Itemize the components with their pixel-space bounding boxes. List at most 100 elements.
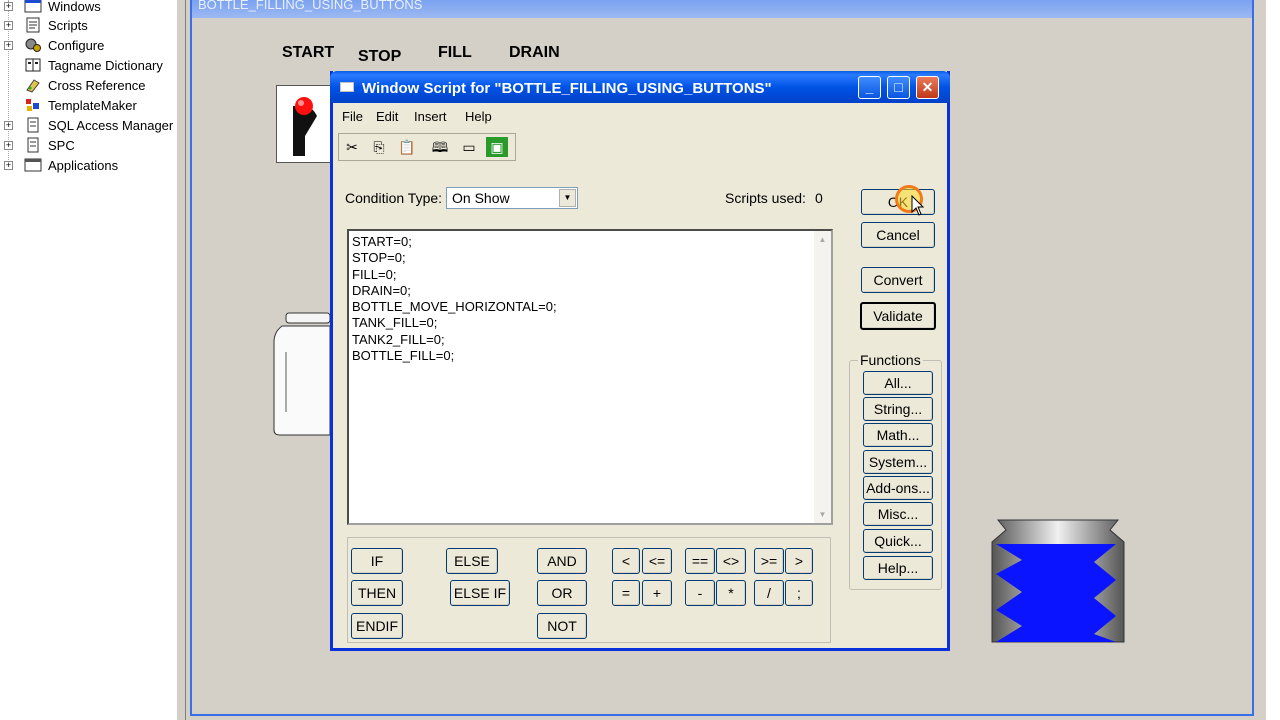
op-ne-button[interactable]: <> [716, 548, 746, 574]
op-ge-button[interactable]: >= [754, 548, 784, 574]
minimize-button[interactable]: _ [858, 76, 881, 99]
scroll-up-icon[interactable]: ▲ [814, 231, 831, 248]
close-icon: ✕ [921, 79, 934, 95]
find-icon[interactable]: 🕮 [429, 137, 451, 157]
expand-icon[interactable]: + [4, 120, 13, 130]
menu-file[interactable]: File [342, 109, 363, 124]
project-tree: + Windows + Scripts + Configure Tagname … [0, 0, 176, 720]
op-lt-button[interactable]: < [612, 548, 640, 574]
cross-reference-icon [26, 79, 40, 93]
functions-help-button[interactable]: Help... [863, 556, 933, 580]
cancel-button[interactable]: Cancel [861, 222, 935, 248]
keyword-if-button[interactable]: IF [351, 548, 403, 574]
paste-icon[interactable]: 📋 [396, 137, 418, 157]
functions-all-button[interactable]: All... [863, 371, 933, 395]
script-line: DRAIN=0; [352, 282, 411, 298]
keyword-not-button[interactable]: NOT [537, 613, 587, 639]
tree-item-label: SQL Access Manager [48, 117, 174, 133]
template-maker-icon [26, 99, 39, 111]
windows-icon [24, 0, 42, 13]
right-edge [1266, 0, 1280, 720]
expand-icon[interactable]: + [4, 160, 13, 170]
tree-item-scripts[interactable]: + Scripts [0, 15, 176, 35]
keyword-elseif-button[interactable]: ELSE IF [450, 580, 510, 606]
op-semicolon-button[interactable]: ; [785, 580, 813, 606]
tree-item-windows[interactable]: + Windows [0, 0, 176, 16]
toolbar: ✂ ⎘ 📋 🕮 ▭ ▣ [338, 133, 516, 161]
keyword-or-button[interactable]: OR [537, 580, 587, 606]
configure-icon [25, 38, 41, 52]
condition-type-label: Condition Type: [345, 190, 443, 206]
mouse-pointer-icon [911, 195, 925, 216]
menu-insert[interactable]: Insert [414, 109, 447, 124]
menu-help[interactable]: Help [465, 109, 492, 124]
functions-addons-button[interactable]: Add-ons... [863, 476, 933, 500]
bottle-graphic [273, 312, 331, 436]
window-icon[interactable]: ▭ [458, 137, 480, 157]
chevron-down-icon[interactable]: ▼ [559, 189, 576, 207]
op-le-button[interactable]: <= [642, 548, 672, 574]
tree-item-templatemaker[interactable]: TemplateMaker [0, 95, 176, 115]
functions-system-button[interactable]: System... [863, 450, 933, 474]
op-multiply-button[interactable]: * [716, 580, 746, 606]
tree-item-sql-access-manager[interactable]: + SQL Access Manager [0, 115, 176, 135]
maximize-button[interactable]: □ [887, 76, 910, 99]
expand-icon[interactable]: + [4, 1, 13, 11]
tree-item-label: Windows [48, 0, 101, 14]
canvas-title: BOTTLE_FILLING_USING_BUTTONS [192, 0, 1252, 18]
functions-math-button[interactable]: Math... [863, 423, 933, 447]
keyword-else-button[interactable]: ELSE [446, 548, 498, 574]
keyword-endif-button[interactable]: ENDIF [351, 613, 403, 639]
op-assign-button[interactable]: = [612, 580, 640, 606]
script-line: START=0; [352, 234, 412, 249]
window-script-dialog: Window Script for "BOTTLE_FILLING_USING_… [330, 71, 950, 651]
convert-button[interactable]: Convert [861, 267, 935, 293]
sql-icon [27, 117, 39, 133]
fill-label[interactable]: FILL [438, 44, 472, 62]
op-eq-button[interactable]: == [685, 548, 715, 574]
expand-icon[interactable]: + [4, 40, 13, 50]
image-icon[interactable]: ▣ [486, 137, 508, 157]
script-line: FILL=0; [352, 266, 397, 282]
lever-switch-icon [293, 97, 317, 156]
functions-quick-button[interactable]: Quick... [863, 529, 933, 553]
tree-item-cross-reference[interactable]: Cross Reference [0, 75, 176, 95]
op-gt-button[interactable]: > [785, 548, 813, 574]
tree-item-applications[interactable]: + Applications [0, 155, 176, 175]
script-line: TANK2_FILL=0; [352, 331, 445, 347]
op-divide-button[interactable]: / [754, 580, 784, 606]
tree-item-label: TemplateMaker [48, 97, 137, 113]
vertical-scrollbar[interactable]: ▲ ▼ [814, 231, 831, 523]
tree-item-spc[interactable]: + SPC [0, 135, 176, 155]
pane-splitter[interactable] [176, 0, 186, 720]
drain-label[interactable]: DRAIN [509, 44, 560, 62]
tree-item-configure[interactable]: + Configure [0, 35, 176, 55]
copy-icon[interactable]: ⎘ [368, 137, 390, 157]
stop-label[interactable]: STOP [358, 48, 401, 66]
dialog-titlebar[interactable]: Window Script for "BOTTLE_FILLING_USING_… [330, 71, 950, 103]
op-plus-button[interactable]: + [642, 580, 672, 606]
script-editor[interactable]: START=0; STOP=0; FILL=0; DRAIN=0; BOTTLE… [347, 229, 833, 525]
tank-graphic [991, 519, 1125, 643]
window-icon [340, 82, 354, 92]
script-text[interactable]: START=0; STOP=0; FILL=0; DRAIN=0; BOTTLE… [352, 234, 557, 364]
start-label[interactable]: START [282, 44, 334, 62]
menu-edit[interactable]: Edit [376, 109, 398, 124]
functions-string-button[interactable]: String... [863, 397, 933, 421]
tree-item-tagname-dictionary[interactable]: Tagname Dictionary [0, 55, 176, 75]
validate-button[interactable]: Validate [860, 302, 936, 330]
keyword-then-button[interactable]: THEN [351, 580, 403, 606]
toggle-switch[interactable] [276, 85, 336, 163]
scroll-down-icon[interactable]: ▼ [814, 506, 831, 523]
dialog-title: Window Script for "BOTTLE_FILLING_USING_… [362, 80, 772, 97]
close-button[interactable]: ✕ [916, 76, 939, 99]
expand-icon[interactable]: + [4, 20, 13, 30]
tree-item-label: Tagname Dictionary [48, 57, 163, 73]
condition-type-select[interactable]: On Show ▼ [446, 187, 578, 209]
op-minus-button[interactable]: - [685, 580, 715, 606]
condition-type-value: On Show [452, 190, 510, 206]
functions-misc-button[interactable]: Misc... [863, 502, 933, 526]
keyword-and-button[interactable]: AND [537, 548, 587, 574]
expand-icon[interactable]: + [4, 140, 13, 150]
cut-icon[interactable]: ✂ [341, 137, 363, 157]
